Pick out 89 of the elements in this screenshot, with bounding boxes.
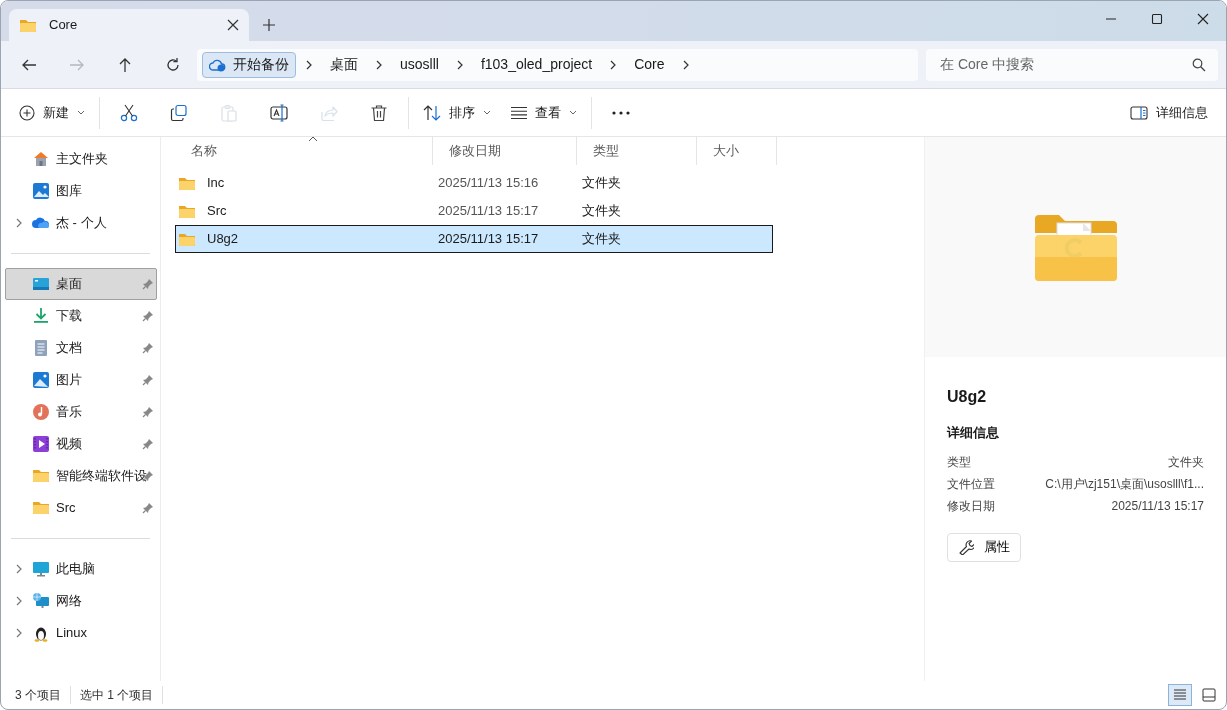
chevron-right-icon[interactable] bbox=[14, 217, 24, 229]
breadcrumb[interactable]: f103_oled_project bbox=[472, 54, 601, 75]
document-icon bbox=[32, 339, 50, 357]
property-label: 修改日期 bbox=[947, 497, 995, 515]
details-view-button[interactable] bbox=[1168, 684, 1192, 706]
video-icon bbox=[32, 435, 50, 453]
image-icon bbox=[32, 182, 50, 200]
search-icon bbox=[1192, 57, 1206, 72]
column-header[interactable]: 类型 bbox=[577, 137, 697, 165]
selection-count: 选中 1 个项目 bbox=[80, 686, 164, 704]
folder-icon bbox=[178, 203, 196, 219]
chevron-right-icon[interactable] bbox=[14, 595, 24, 607]
network-icon bbox=[32, 592, 50, 610]
breadcrumb[interactable]: usoslll bbox=[392, 54, 447, 75]
more-icon[interactable] bbox=[612, 110, 630, 115]
sidebar-item[interactable]: 智能终端软件设 bbox=[5, 460, 157, 492]
sidebar-item[interactable]: 视频 bbox=[5, 428, 157, 460]
address-bar[interactable]: 开始备份 桌面 usoslll f103_oled_project Core bbox=[197, 48, 918, 81]
sidebar-item[interactable]: 主文件夹 bbox=[5, 143, 157, 175]
sidebar-item[interactable]: 网络 bbox=[5, 585, 157, 617]
tab[interactable]: Core bbox=[9, 9, 249, 41]
sidebar-item[interactable]: 音乐 bbox=[5, 396, 157, 428]
file-row[interactable]: U8g2 2025/11/13 15:17 文件夹 bbox=[175, 225, 773, 253]
refresh-icon[interactable] bbox=[165, 56, 181, 73]
sidebar-item[interactable]: 此电脑 bbox=[5, 553, 157, 585]
list-icon bbox=[511, 105, 527, 120]
new-button[interactable]: 新建 bbox=[9, 94, 95, 131]
details-view-icon bbox=[1172, 687, 1188, 703]
caret-down-icon bbox=[569, 109, 577, 116]
property-label: 类型 bbox=[947, 453, 971, 471]
sidebar-item[interactable]: 杰 - 个人 bbox=[5, 207, 157, 239]
folder-icon bbox=[178, 231, 196, 247]
copy-icon[interactable] bbox=[170, 103, 188, 122]
tiles-view-icon bbox=[1201, 687, 1217, 703]
sort-icon bbox=[423, 104, 441, 121]
sidebar-item[interactable]: 文档 bbox=[5, 332, 157, 364]
up-arrow-icon[interactable] bbox=[117, 56, 133, 73]
cut-icon[interactable] bbox=[120, 103, 138, 122]
download-icon bbox=[32, 307, 50, 325]
item-count: 3 个项目 bbox=[15, 686, 71, 704]
property-label: 文件位置 bbox=[947, 475, 995, 493]
properties-button[interactable]: 属性 bbox=[947, 532, 1021, 562]
property-value: 文件夹 bbox=[1168, 453, 1204, 471]
sidebar-item[interactable]: 图库 bbox=[5, 175, 157, 207]
sidebar-item[interactable]: 下载 bbox=[5, 300, 157, 332]
property-value: 2025/11/13 15:17 bbox=[1111, 497, 1204, 515]
close-icon[interactable] bbox=[227, 19, 239, 31]
property-value: C:\用户\zj151\桌面\usoslll\f1... bbox=[1045, 475, 1204, 493]
sidebar-item[interactable]: 桌面 bbox=[5, 268, 157, 300]
details-pane-button[interactable]: 详细信息 bbox=[1120, 94, 1218, 131]
monitor-icon bbox=[32, 560, 50, 578]
folder-icon bbox=[32, 467, 50, 485]
sidebar-item[interactable]: 图片 bbox=[5, 364, 157, 396]
wrench-icon bbox=[958, 539, 974, 555]
plus-circle-icon bbox=[19, 104, 35, 121]
folder-icon bbox=[178, 175, 196, 191]
view-button[interactable]: 查看 bbox=[501, 94, 587, 131]
image-icon bbox=[32, 371, 50, 389]
column-header[interactable]: 名称 bbox=[175, 137, 433, 165]
caret-down-icon bbox=[77, 109, 85, 116]
plus-icon[interactable] bbox=[263, 19, 275, 31]
folder-icon bbox=[19, 17, 37, 33]
file-row[interactable]: Inc 2025/11/13 15:16 文件夹 bbox=[175, 169, 773, 197]
desktop-icon bbox=[32, 275, 50, 293]
chevron-right-icon[interactable] bbox=[14, 627, 24, 639]
sort-button[interactable]: 排序 bbox=[413, 94, 501, 131]
folder-icon bbox=[1032, 213, 1119, 281]
sidebar-item[interactable]: Linux bbox=[5, 617, 157, 649]
details-pane-icon bbox=[1130, 105, 1148, 120]
home-icon bbox=[32, 150, 50, 168]
chevron-right-icon bbox=[374, 58, 384, 71]
sidebar-item[interactable]: Src bbox=[5, 492, 157, 524]
column-header[interactable]: 修改日期 bbox=[433, 137, 577, 165]
folder-icon bbox=[32, 499, 50, 517]
search-field[interactable]: 在 Core 中搜索 bbox=[926, 48, 1218, 81]
trash-icon[interactable] bbox=[370, 103, 388, 122]
close-icon[interactable] bbox=[1197, 13, 1209, 25]
caret-down-icon bbox=[483, 109, 491, 116]
item-title: U8g2 bbox=[947, 387, 988, 407]
file-row[interactable]: Src 2025/11/13 15:17 文件夹 bbox=[175, 197, 773, 225]
breadcrumb[interactable]: 桌面 bbox=[322, 54, 366, 75]
breadcrumb[interactable]: Core bbox=[626, 54, 673, 75]
section-heading: 详细信息 bbox=[947, 424, 1000, 442]
maximize-icon[interactable] bbox=[1151, 13, 1163, 25]
column-header[interactable]: 大小 bbox=[697, 137, 777, 165]
rename-icon[interactable] bbox=[270, 103, 288, 122]
music-icon bbox=[32, 403, 50, 421]
chevron-right-icon[interactable] bbox=[14, 563, 24, 575]
chevron-right-icon bbox=[304, 58, 314, 71]
